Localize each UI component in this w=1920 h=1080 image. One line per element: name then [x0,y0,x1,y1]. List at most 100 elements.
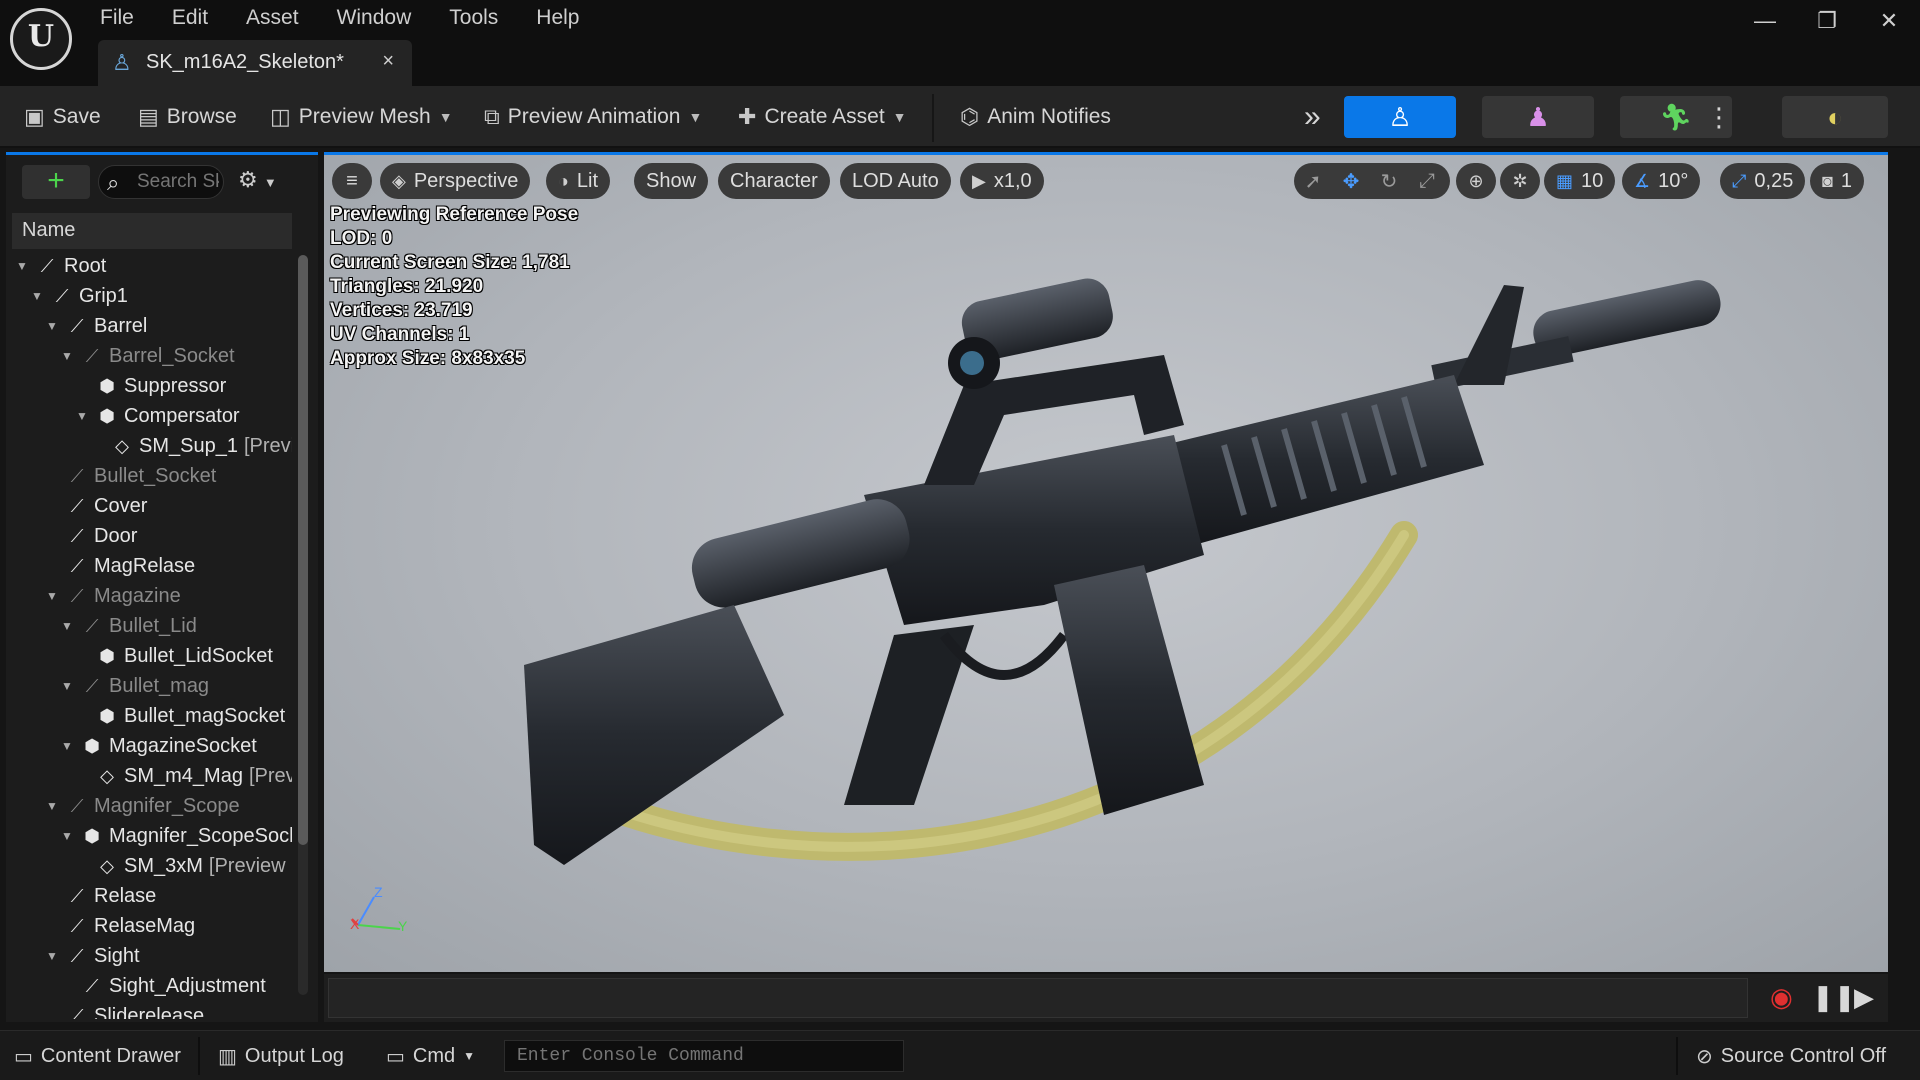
tree-node[interactable]: ◇ SM_m4_Mag [Prev [76,761,292,791]
grid-snap-button[interactable]: ▦ 10 [1544,163,1616,199]
tree-node[interactable]: ▼ ⬢ Magnifer_ScopeSocl [61,821,292,851]
tree-node[interactable]: ▼ ⟋ Root [16,251,106,281]
tree-node[interactable]: ◇ SM_Sup_1 [Previ [91,431,292,461]
show-button[interactable]: Show [634,163,709,199]
tree-node[interactable]: ⬢ Suppressor [76,371,226,401]
expand-arrow-icon[interactable]: ▼ [61,349,75,363]
expand-arrow-icon[interactable]: ▼ [46,799,60,813]
menu-asset[interactable]: Asset [246,4,317,30]
step-forward-button[interactable]: ▶︎ [1854,982,1874,1013]
rotate-tool-icon[interactable]: ↻ [1370,169,1408,194]
viewport-menu-button[interactable]: ≡ [332,163,372,199]
tree-node[interactable]: ▼ ⟋ Bullet_mag [61,671,209,701]
play-speed-button[interactable]: ▶ x1,0 [960,163,1044,199]
source-control-button[interactable]: ⊘ Source Control Off [1686,1031,1896,1080]
tree-node[interactable]: ⟋ RelaseMag [46,911,195,941]
tree-node[interactable]: ▼ ⟋ Grip1 [31,281,128,311]
create-asset-button[interactable]: ✚ Create Asset ▼ [738,100,907,134]
tree-node[interactable]: ⬢ Bullet_LidSocket [76,641,273,671]
tree-node[interactable]: ▼ ⟋ Sight [46,941,140,971]
physics-mode-button[interactable]: ◐ [1782,96,1888,138]
expand-arrow-icon[interactable]: ▼ [46,589,60,603]
menu-help[interactable]: Help [536,4,597,30]
bone-icon: ⟋ [70,495,84,516]
step-forward-icon: ▶︎ [1854,982,1874,1012]
tree-node[interactable]: ⟋ Cover [46,491,148,521]
expand-arrow-icon[interactable]: ▼ [46,319,60,333]
tree-node[interactable]: ⟋ Sliderelease [46,1001,204,1020]
menu-edit[interactable]: Edit [172,4,226,30]
record-button[interactable]: ◉ [1770,982,1793,1013]
close-tab-icon[interactable]: × [382,50,394,73]
more-tools-button[interactable]: » [1304,100,1321,134]
tree-node[interactable]: ▼ ⟋ Magnifer_Scope [46,791,240,821]
console-command-input[interactable] [504,1040,904,1072]
skeleton-mode-button[interactable]: ♙ [1344,96,1456,138]
timeline-track[interactable] [328,978,1748,1018]
settings-button[interactable]: ⚙ ▼ [238,167,277,193]
camera-speed-value: 1 [1840,169,1852,192]
expand-arrow-icon[interactable]: ▼ [61,829,75,843]
tree-node[interactable]: ▼ ⟋ Barrel_Socket [61,341,235,371]
cmd-dropdown[interactable]: ▭ Cmd ▼ [376,1031,485,1080]
character-button[interactable]: Character [718,163,830,199]
preview-animation-button[interactable]: ⧉ Preview Animation ▼ [484,100,702,134]
preview-mesh-button[interactable]: ◫ Preview Mesh ▼ [270,100,453,134]
preview-viewport[interactable]: ≡ ◈ Perspective ◑ Lit Show Character LOD… [324,152,1888,972]
anim-notifies-button[interactable]: ⌬ Anim Notifies [960,100,1111,134]
menu-file[interactable]: File [100,4,152,30]
tree-node[interactable]: ◇ SM_3xM [Preview ( [76,851,292,881]
minimize-button[interactable]: — [1734,8,1796,34]
add-button[interactable]: + [22,165,90,199]
expand-arrow-icon[interactable]: ▼ [61,739,75,753]
expand-arrow-icon[interactable]: ▼ [76,409,90,423]
unreal-logo-icon[interactable]: U [10,8,72,70]
axis-x-label: X [350,916,360,932]
document-tab[interactable]: ♙ SK_m16A2_Skeleton* × [98,40,412,86]
expand-arrow-icon[interactable]: ▼ [31,289,45,303]
tree-column-header[interactable]: Name [12,213,292,249]
menu-tools[interactable]: Tools [449,4,516,30]
search-box[interactable]: ⌕ [98,165,224,199]
surface-snap-toggle[interactable]: ✲ [1500,163,1540,199]
tree-node[interactable]: ▼ ⟋ Barrel [46,311,147,341]
mode-options-button[interactable]: ⋮ [1706,100,1732,134]
tree-node[interactable]: ⟋ Relase [46,881,157,911]
tree-node[interactable]: ▼ ⟋ Magazine [46,581,181,611]
perspective-button[interactable]: ◈ Perspective [380,163,531,199]
restore-button[interactable]: ❐ [1796,8,1858,34]
expand-arrow-icon[interactable]: ▼ [46,949,60,963]
tree-node[interactable]: ▼ ⟋ Bullet_Lid [61,611,197,641]
tree-node[interactable]: ▼ ⬢ Compersator [76,401,240,431]
camera-speed-button[interactable]: ◙ 1 [1810,163,1864,199]
menu-window[interactable]: Window [337,4,430,30]
tree-node[interactable]: ⟋ Door [46,521,138,551]
scale-tool-icon[interactable]: ⤢ [1408,170,1446,193]
world-local-toggle[interactable]: ⊕ [1456,163,1496,199]
lod-button[interactable]: LOD Auto [840,163,951,199]
tree-node[interactable]: ▼ ⬢ MagazineSocket [61,731,257,761]
preview-animation-icon: ⧉ [484,104,500,129]
scrollbar-thumb[interactable] [298,255,308,845]
close-window-button[interactable]: ✕ [1858,8,1920,34]
lit-button[interactable]: ◑ Lit [546,163,610,199]
select-tool-icon[interactable]: ➚ [1294,169,1332,194]
tree-node[interactable]: ⬢ Bullet_magSocket [76,701,285,731]
save-button[interactable]: ▣ Save [24,100,101,134]
move-tool-icon[interactable]: ✥ [1332,169,1370,194]
mesh-mode-button[interactable]: ♟ [1482,96,1594,138]
browse-button[interactable]: ▤ Browse [138,100,237,134]
search-input[interactable] [137,171,219,193]
expand-arrow-icon[interactable]: ▼ [61,619,75,633]
rotation-snap-button[interactable]: ∡ 10° [1622,163,1701,199]
tree-node[interactable]: ⟋ MagRelase [46,551,195,581]
tree-scrollbar[interactable] [298,255,308,995]
scale-snap-button[interactable]: ⤢ 0,25 [1720,163,1806,199]
content-drawer-button[interactable]: ▭ Content Drawer [4,1031,191,1080]
output-log-button[interactable]: ▥ Output Log [208,1031,354,1080]
expand-arrow-icon[interactable]: ▼ [16,259,30,273]
tree-node[interactable]: ⟋ Bullet_Socket [46,461,217,491]
pause-button[interactable]: ❚❚ [1812,982,1856,1013]
tree-node[interactable]: ⟋ Sight_Adjustment [61,971,266,1001]
expand-arrow-icon[interactable]: ▼ [61,679,75,693]
